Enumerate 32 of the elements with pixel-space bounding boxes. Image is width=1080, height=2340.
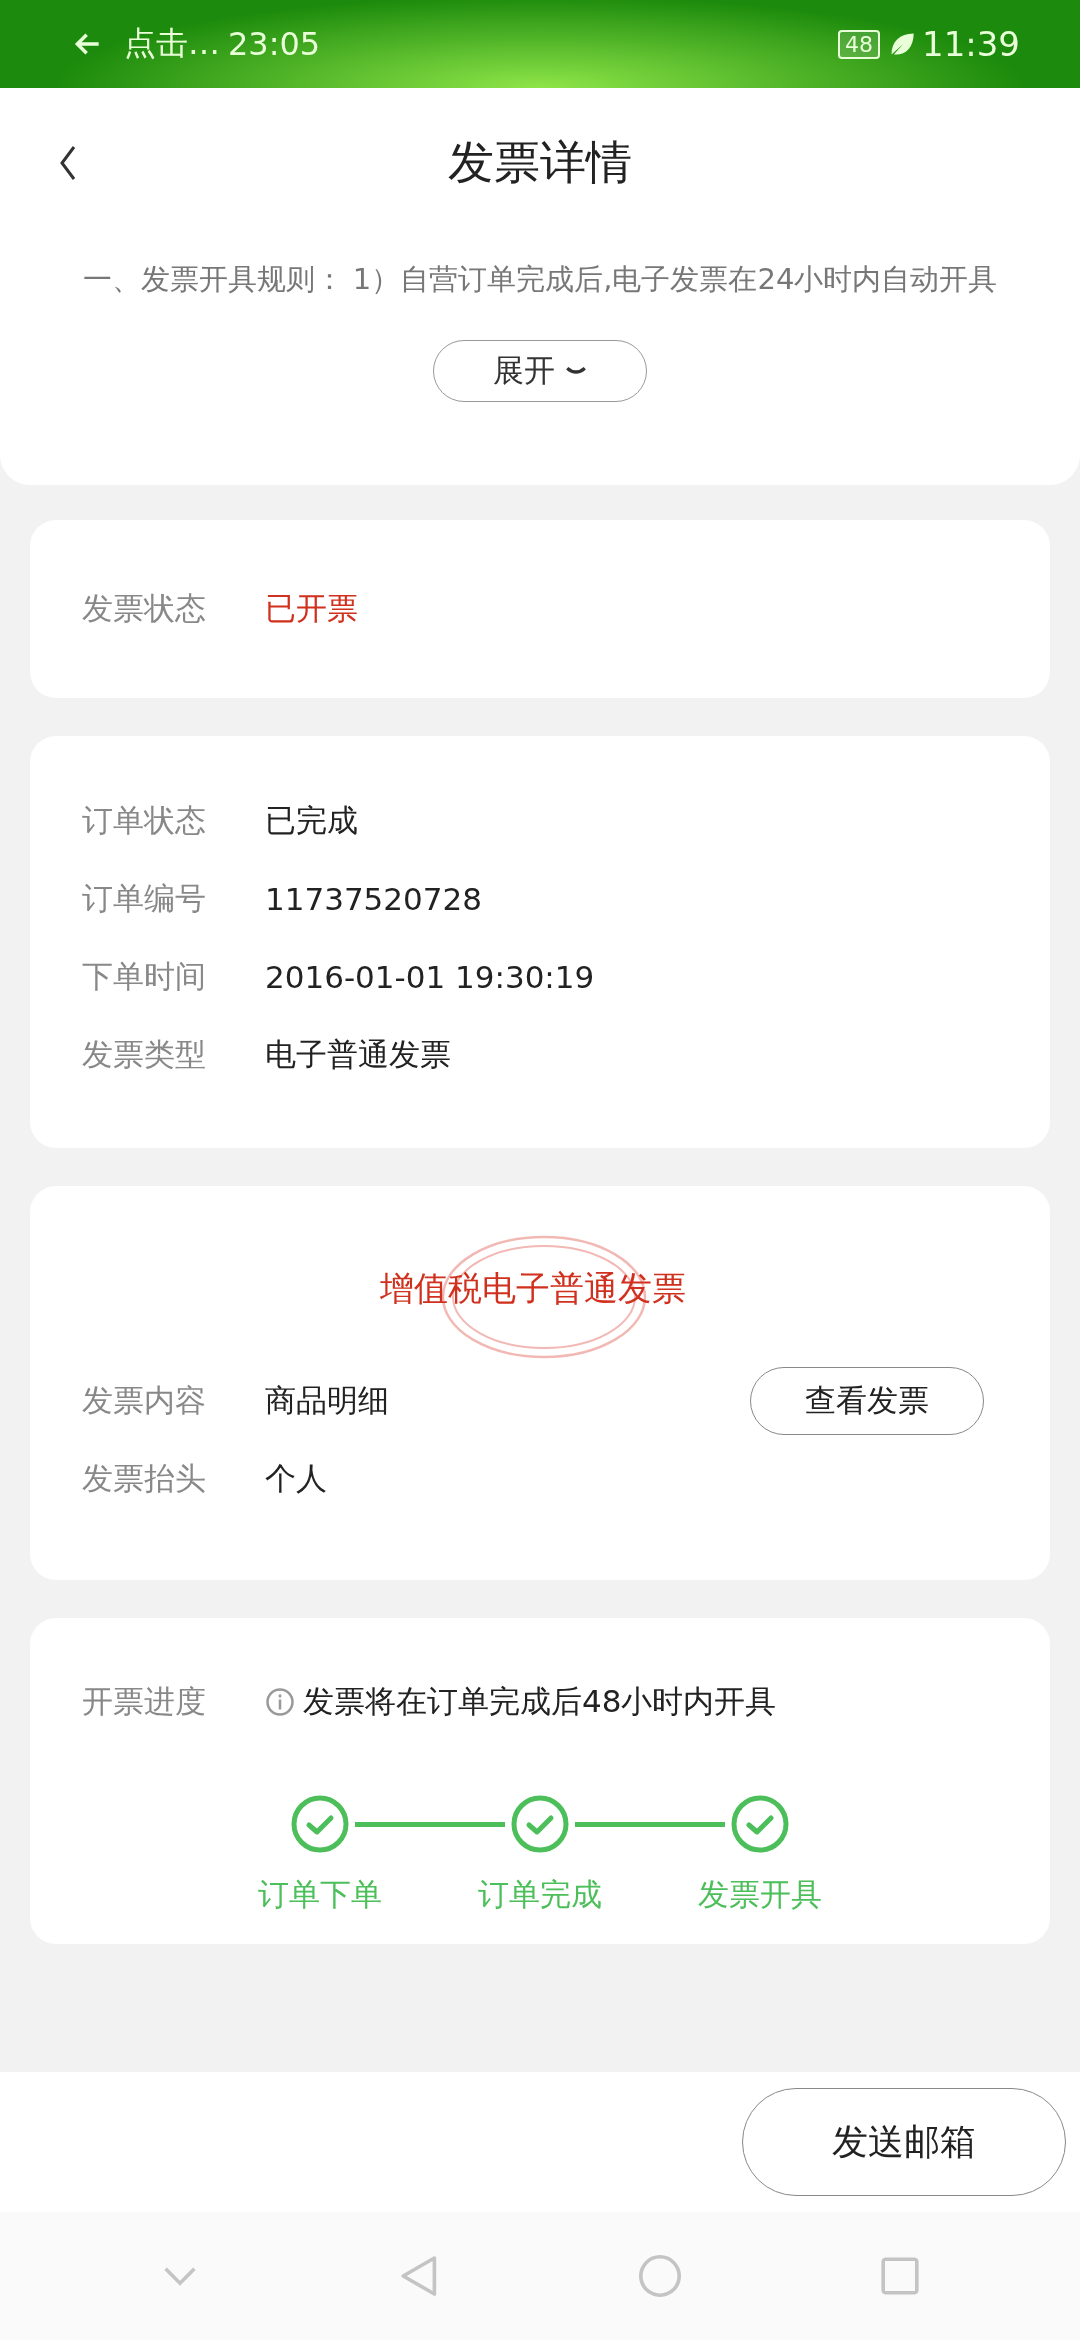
field-value: 商品明细 [265, 1381, 389, 1420]
step-label: 发票开具 [698, 1875, 822, 1914]
rule-text: 一、发票开具规则： 1）自营订单完成后,电子发票在24小时内自动开具 [81, 261, 999, 298]
field-value: 2016-01-01 19:30:19 [265, 959, 595, 995]
field-value: 电子普通发票 [265, 1035, 451, 1074]
field-label: 下单时间 [82, 957, 207, 996]
step-label: 订单完成 [478, 1875, 602, 1914]
time-text: 11:39 [922, 24, 1020, 64]
field-label: 发票类型 [82, 1035, 207, 1074]
info-icon [265, 1687, 295, 1717]
page-title: 发票详情 [448, 134, 632, 191]
field-label: 发票内容 [82, 1381, 207, 1420]
clock-text: 23:05 [228, 25, 321, 63]
expand-button[interactable]: 展开 [433, 340, 647, 402]
battery-icon: 48 [838, 29, 880, 59]
field-value: 已完成 [265, 801, 358, 840]
field-label: 发票抬头 [82, 1459, 207, 1498]
chevron-down-icon [565, 365, 587, 377]
home-circle-icon[interactable] [636, 2252, 684, 2300]
view-invoice-button[interactable]: 查看发票 [750, 1367, 984, 1435]
field-value: 11737520728 [265, 881, 482, 917]
send-email-button[interactable]: 发送邮箱 [742, 2088, 1066, 2196]
status-value: 已开票 [265, 589, 358, 628]
progress-note: 发票将在订单完成后48小时内开具 [303, 1682, 777, 1721]
field-label: 开票进度 [82, 1682, 207, 1721]
field-label: 发票状态 [82, 589, 207, 628]
step-label: 订单下单 [258, 1875, 382, 1914]
field-value: 个人 [265, 1459, 327, 1498]
field-label: 订单状态 [82, 801, 207, 840]
invoice-type-title: 增值税电子普通发票 [380, 1267, 686, 1310]
field-label: 订单编号 [82, 879, 207, 918]
back-to-app-text[interactable]: 点击… [124, 22, 220, 66]
